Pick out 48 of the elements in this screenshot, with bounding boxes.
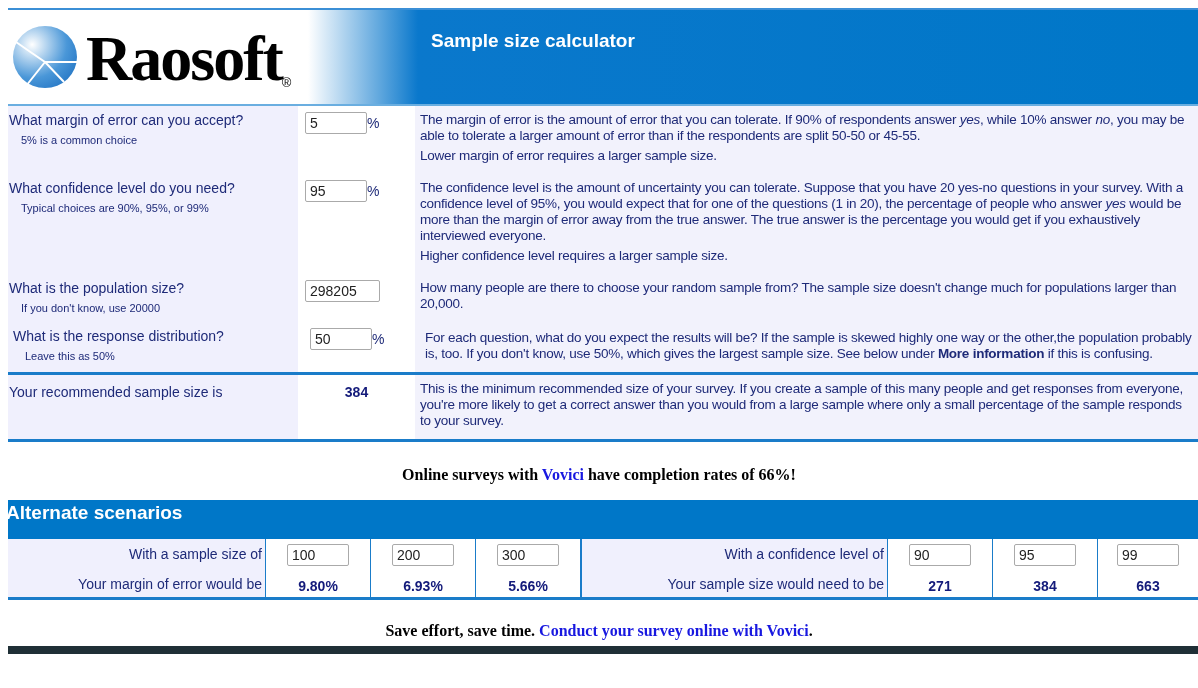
- scenario-result: 6.93%: [403, 578, 443, 594]
- input-field[interactable]: 300: [497, 544, 559, 566]
- scenario-result: 5.66%: [508, 578, 548, 594]
- input-field[interactable]: 99: [1117, 544, 1179, 566]
- scenario-result: 663: [1136, 578, 1160, 594]
- unit-label: %: [367, 114, 380, 131]
- vovici-link[interactable]: Vovici: [541, 466, 584, 483]
- unit-label: %: [372, 330, 385, 347]
- description-text: How many people are there to choose your random sample from? The sample size doesn't change much for populations larger than 20,000.: [420, 280, 1178, 312]
- hint-text: Leave this as 50%: [25, 350, 116, 362]
- description-text: Higher confidence level requires a larger sample size.: [420, 248, 729, 264]
- description-text: The margin of error is the amount of error that you can tolerate. If 90% of respondents answer yes, while 10% answer no, you may be able to tolerate a larger amount of error than if the respondents are split 50-50 or 45-55.: [420, 112, 1186, 144]
- description-text: Lower margin of error requires a larger sample size.: [420, 148, 718, 164]
- input-field[interactable]: 95: [305, 180, 367, 202]
- hint-text: If you don't know, use 20000: [21, 302, 162, 314]
- scenario-result: 384: [1033, 578, 1057, 594]
- input-field[interactable]: 50: [310, 328, 372, 350]
- hint-text: 5% is a common choice: [21, 134, 139, 146]
- scenario-result: 271: [928, 578, 952, 594]
- page-title: Sample size calculator: [430, 29, 635, 53]
- promo-text: Save effort, save time. Conduct your survey online with Vovici.: [384, 622, 814, 640]
- question-label: What margin of error can you accept?: [9, 112, 245, 128]
- scenario-label: With a sample size of: [128, 545, 262, 563]
- input-field[interactable]: 95: [1014, 544, 1076, 566]
- result-label: Your recommended sample size is: [9, 383, 224, 400]
- input-field[interactable]: 5: [305, 112, 367, 134]
- hint-text: Typical choices are 90%, 95%, or 99%: [21, 202, 210, 214]
- description-text: This is the minimum recommended size of your survey. If you create a sample of this many people and get responses from everyone, you're more likely to get a correct answer than you would from a large sample where only a small percentage of the sample responds to your survey.: [420, 381, 1185, 429]
- survey-link[interactable]: Conduct your survey online with Vovici: [539, 622, 809, 639]
- scenario-label: With a confidence level of: [724, 545, 884, 563]
- result-value: 384: [344, 384, 369, 400]
- description-text: For each question, what do you expect the results will be? If the sample is skewed highly one way or the other,the population probably is, too. If you don't know, use 50%, which gives the largest sample size. See below under More information if this is confusing.: [425, 330, 1193, 362]
- scenario-result: 9.80%: [298, 578, 338, 594]
- unit-label: %: [367, 182, 380, 199]
- logo-text: Raosoft: [86, 27, 282, 91]
- description-text: The confidence level is the amount of uncertainty you can tolerate. Suppose that you have 20 yes-no questions in your survey. With a confidence level of 95%, you would expect that for one of the questions (1 in 20), the percentage of people who answer yes would be more than the margin of error away from the true answer. The true answer is the percentage you would get if you exhaustively interviewed everyone.: [420, 180, 1184, 244]
- question-label: What is the response distribution?: [13, 328, 225, 344]
- scenario-label: Your margin of error would be: [78, 575, 262, 593]
- question-label: What confidence level do you need?: [9, 180, 236, 196]
- input-field[interactable]: 90: [909, 544, 971, 566]
- question-label: What is the population size?: [9, 280, 186, 296]
- input-field[interactable]: 100: [287, 544, 349, 566]
- scenario-label: Your sample size would need to be: [667, 575, 884, 593]
- input-field[interactable]: 200: [392, 544, 454, 566]
- section-title: Alternate scenarios: [6, 502, 183, 524]
- input-field[interactable]: 298205: [305, 280, 380, 302]
- promo-text: Online surveys with Vovici have completion rates of 66%!: [401, 466, 797, 484]
- logo-icon: [12, 24, 78, 90]
